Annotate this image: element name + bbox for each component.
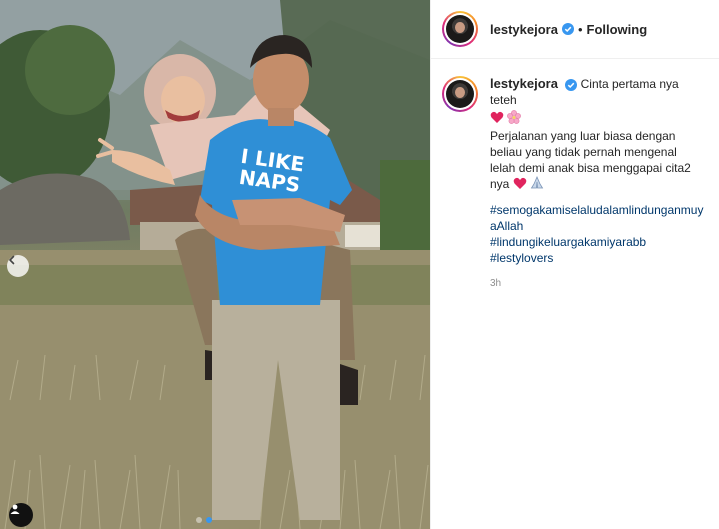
caption-avatar[interactable] (442, 76, 478, 112)
photo-scene (0, 0, 430, 529)
hashtag-link[interactable]: #lindungikeluargakamiyarabb (490, 234, 705, 250)
post-time[interactable]: 3h (490, 276, 705, 292)
carousel-prev-button[interactable] (7, 255, 29, 277)
cherry-blossom-emoji (507, 110, 522, 128)
folded-hands-emoji (530, 175, 544, 194)
hashtag-link[interactable]: #lestylovers (490, 250, 705, 266)
caption-username[interactable]: lestykejora (490, 76, 558, 91)
avatar-image (446, 15, 474, 43)
red-heart-emoji (513, 177, 527, 194)
chevron-left-icon (9, 255, 15, 265)
avatar[interactable] (442, 11, 478, 47)
user-tag-icon (10, 504, 20, 514)
hashtag-link[interactable]: #semogakamiselaludalamlindunganmuyaAllah (490, 202, 705, 234)
carousel-indicator (196, 517, 212, 523)
avatar-image (446, 80, 474, 108)
header-separator: • (577, 21, 583, 37)
verified-badge-icon (565, 78, 578, 91)
post-side-panel: lestykejora • Following lestykejora Cint… (430, 0, 719, 529)
red-heart-emoji (490, 111, 504, 128)
hashtag-list: #semogakamiselaludalamlindunganmuyaAllah… (490, 202, 705, 266)
carousel-dot-active (206, 517, 212, 523)
caption-body: lestykejora Cinta pertama nya teteh Perj… (490, 76, 705, 292)
post-header: lestykejora • Following (431, 0, 719, 59)
verified-badge-icon (561, 23, 574, 35)
carousel-dot (196, 517, 202, 523)
tagged-users-button[interactable] (9, 503, 33, 527)
shirt-text: I LIKE NAPS (233, 144, 308, 197)
following-button[interactable]: Following (587, 22, 648, 37)
header-username[interactable]: lestykejora (490, 22, 558, 37)
caption-paragraph: Perjalanan yang luar biasa dengan beliau… (490, 128, 705, 194)
post-photo[interactable]: I LIKE NAPS (0, 0, 430, 529)
caption: lestykejora Cinta pertama nya teteh Perj… (431, 59, 719, 292)
